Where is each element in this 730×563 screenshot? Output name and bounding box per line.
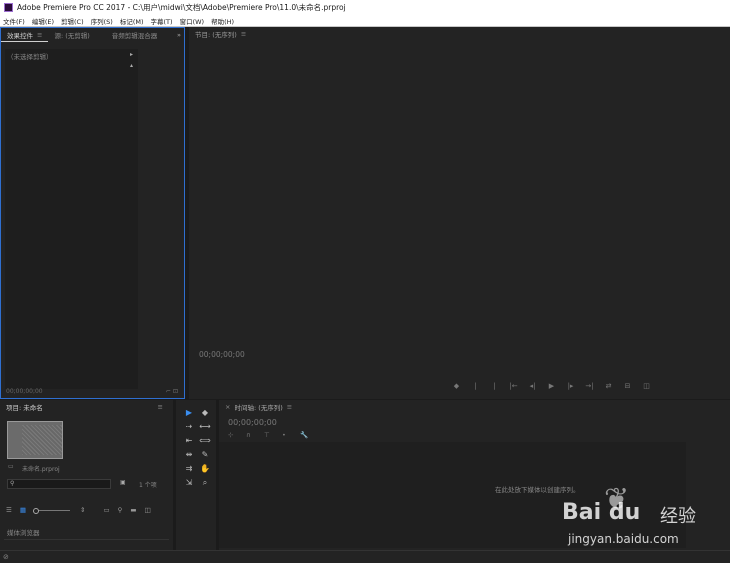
project-file-icon: ▭ (8, 463, 14, 470)
automate-icon[interactable]: ▭ (103, 506, 109, 514)
menu-help[interactable]: 帮助(H) (211, 16, 234, 26)
play-icon[interactable]: ▸ (130, 51, 133, 58)
ripple-edit-tool-icon[interactable]: ⟷ (198, 421, 212, 432)
panel-menu-icon[interactable]: ≡ (287, 403, 292, 411)
list-view-icon[interactable]: ☰ (6, 506, 12, 514)
slip-tool-icon[interactable]: ⇉ (182, 463, 196, 474)
menu-clip[interactable]: 剪辑(C) (61, 16, 84, 26)
add-marker-icon[interactable]: ◆ (447, 382, 466, 390)
timeline-timecode[interactable]: 00;00;00;00 (228, 418, 277, 427)
new-item-icon[interactable]: ◫ (145, 506, 151, 514)
rolling-edit-tool-icon[interactable]: ⇤ (182, 435, 196, 446)
tab-program[interactable]: 节目: (无序列) ≡ (189, 27, 252, 41)
close-icon[interactable]: × (225, 403, 230, 411)
timeline-panel-header: × 时间轴: (无序列) ≡ (219, 400, 730, 414)
new-bin-button-icon[interactable]: ▬ (130, 506, 136, 514)
menu-sequence[interactable]: 序列(S) (91, 16, 113, 26)
project-file-name: 未命名.prproj (22, 466, 60, 473)
mark-out-icon[interactable]: | (485, 382, 504, 390)
transport-controls: ◆ | | |← ◂| ▶ |▸ →| ⇄ ⊟ ◫ (447, 382, 656, 390)
tools-grid: ▶ ◆ ⇢ ⟷ ⇤ ⟺ ⇹ ✎ ⇉ ✋ ⇲ ⌕ (182, 407, 212, 488)
search-icon: ⚲ (10, 480, 15, 487)
thumbnail-preview (22, 425, 62, 455)
tools-panel: ▶ ◆ ⇢ ⟷ ⇤ ⟺ ⇹ ✎ ⇉ ✋ ⇲ ⌕ (176, 400, 216, 563)
lift-icon[interactable]: ⇄ (599, 382, 618, 390)
wrench-icon[interactable]: 🔧 (300, 431, 318, 439)
baidu-watermark: ❦ Bai du 经验 jingyan.baidu.com (560, 480, 730, 560)
add-marker-icon[interactable]: • (282, 431, 300, 439)
insert-sequence-icon[interactable]: ⊹ (228, 431, 246, 439)
play-button-icon[interactable]: ▶ (542, 382, 561, 390)
panel-menu-icon[interactable]: ≡ (241, 30, 246, 38)
menu-window[interactable]: 窗口(W) (180, 16, 205, 26)
tab-effect-controls[interactable]: 效果控件 ≡ (1, 28, 49, 42)
window-titlebar: Adobe Premiere Pro CC 2017 - C:\用户\midwi… (0, 0, 730, 15)
divider (4, 539, 169, 540)
project-panel-header: 项目: 未命名 ≡ (0, 400, 173, 414)
mark-in-icon[interactable]: | (466, 382, 485, 390)
pen-tool-icon[interactable]: ✎ (198, 449, 212, 460)
hand-tool-icon[interactable]: ✋ (198, 463, 212, 474)
linked-selection-icon[interactable]: ⊤ (264, 431, 282, 439)
tab-timeline[interactable]: × 时间轴: (无序列) ≡ (219, 400, 298, 414)
effect-controls-panel: 效果控件 ≡ 源: (无剪辑) 音频剪辑混合器 » （未选择剪辑） ▸ ▴ 00;… (0, 27, 185, 399)
zoom-slider[interactable] (32, 507, 70, 514)
menu-title[interactable]: 字幕(T) (151, 16, 173, 26)
step-forward-icon[interactable]: |▸ (561, 382, 580, 390)
sort-icon[interactable]: ⇕ (80, 506, 85, 514)
tab-audio-clip-mixer[interactable]: 音频剪辑混合器 (106, 28, 164, 42)
zoom-tool-icon[interactable]: ⌕ (198, 477, 212, 488)
effects-footer-icons[interactable]: ⌐ ⊡ (166, 388, 178, 395)
project-toolbar: ☰ ▦ ⇕ ▭ ⚲ ▬ ◫ (6, 506, 159, 514)
tab-media-browser[interactable]: 媒体浏览器 (7, 527, 40, 537)
menu-bar: 文件(F) 编辑(E) 剪辑(C) 序列(S) 标记(M) 字幕(T) 窗口(W… (0, 15, 730, 27)
status-icon[interactable]: ⊘ (3, 553, 9, 561)
tab-source[interactable]: 源: (无剪辑) (48, 28, 95, 42)
go-to-in-icon[interactable]: |← (504, 382, 523, 390)
track-select-tool-icon[interactable]: ◆ (198, 407, 212, 418)
triangle-up-icon[interactable]: ▴ (130, 62, 133, 69)
export-frame-icon[interactable]: ◫ (637, 382, 656, 390)
project-thumbnail[interactable] (7, 421, 63, 459)
snap-icon[interactable]: ∩ (246, 431, 264, 439)
extract-icon[interactable]: ⊟ (618, 382, 637, 390)
menu-marker[interactable]: 标记(M) (120, 16, 144, 26)
panel-menu-icon[interactable]: ≡ (158, 403, 163, 411)
program-timecode[interactable]: 00;00;00;00 (199, 350, 245, 359)
watermark-logo: Bai du (562, 500, 641, 525)
tab-project[interactable]: 项目: 未命名 (0, 400, 49, 414)
project-panel: 项目: 未命名 ≡ ▭ 未命名.prproj ⚲ ▣ 1 个项 ☰ ▦ ⇕ ▭ … (0, 400, 173, 563)
timeline-toolbar: ⊹ ∩ ⊤ • 🔧 (228, 431, 318, 439)
track-forward-tool-icon[interactable]: ⇢ (182, 421, 196, 432)
panel-overflow-icon[interactable]: » (177, 31, 181, 39)
go-to-out-icon[interactable]: →| (580, 382, 599, 390)
menu-file[interactable]: 文件(F) (3, 16, 25, 26)
effects-keyframe-area (5, 49, 138, 389)
premiere-app-icon (4, 3, 13, 12)
watermark-url: jingyan.baidu.com (568, 532, 679, 546)
new-bin-icon[interactable]: ▣ (120, 479, 126, 486)
no-clip-label: （未选择剪辑） (7, 53, 53, 61)
project-search-input[interactable]: ⚲ (7, 479, 111, 489)
selection-tool-icon[interactable]: ▶ (182, 407, 196, 418)
program-monitor-panel: 节目: (无序列) ≡ 00;00;00;00 ◆ | | |← ◂| ▶ |▸ … (189, 27, 730, 399)
menu-edit[interactable]: 编辑(E) (32, 16, 54, 26)
effects-panel-header: 效果控件 ≡ 源: (无剪辑) 音频剪辑混合器 » (1, 28, 184, 42)
icon-view-icon[interactable]: ▦ (20, 506, 26, 514)
program-panel-header: 节目: (无序列) ≡ (189, 27, 730, 41)
effects-timecode: 00;00;00;00 (6, 388, 43, 395)
step-back-icon[interactable]: ◂| (523, 382, 542, 390)
rate-stretch-tool-icon[interactable]: ⟺ (198, 435, 212, 446)
watermark-site-cn: 经验 (660, 506, 696, 527)
find-icon[interactable]: ⚲ (118, 506, 123, 514)
panel-menu-icon[interactable]: ≡ (37, 31, 42, 39)
items-count: 1 个项 (139, 482, 157, 489)
slide-tool-icon[interactable]: ⇲ (182, 477, 196, 488)
window-title: Adobe Premiere Pro CC 2017 - C:\用户\midwi… (17, 3, 346, 12)
razor-tool-icon[interactable]: ⇹ (182, 449, 196, 460)
